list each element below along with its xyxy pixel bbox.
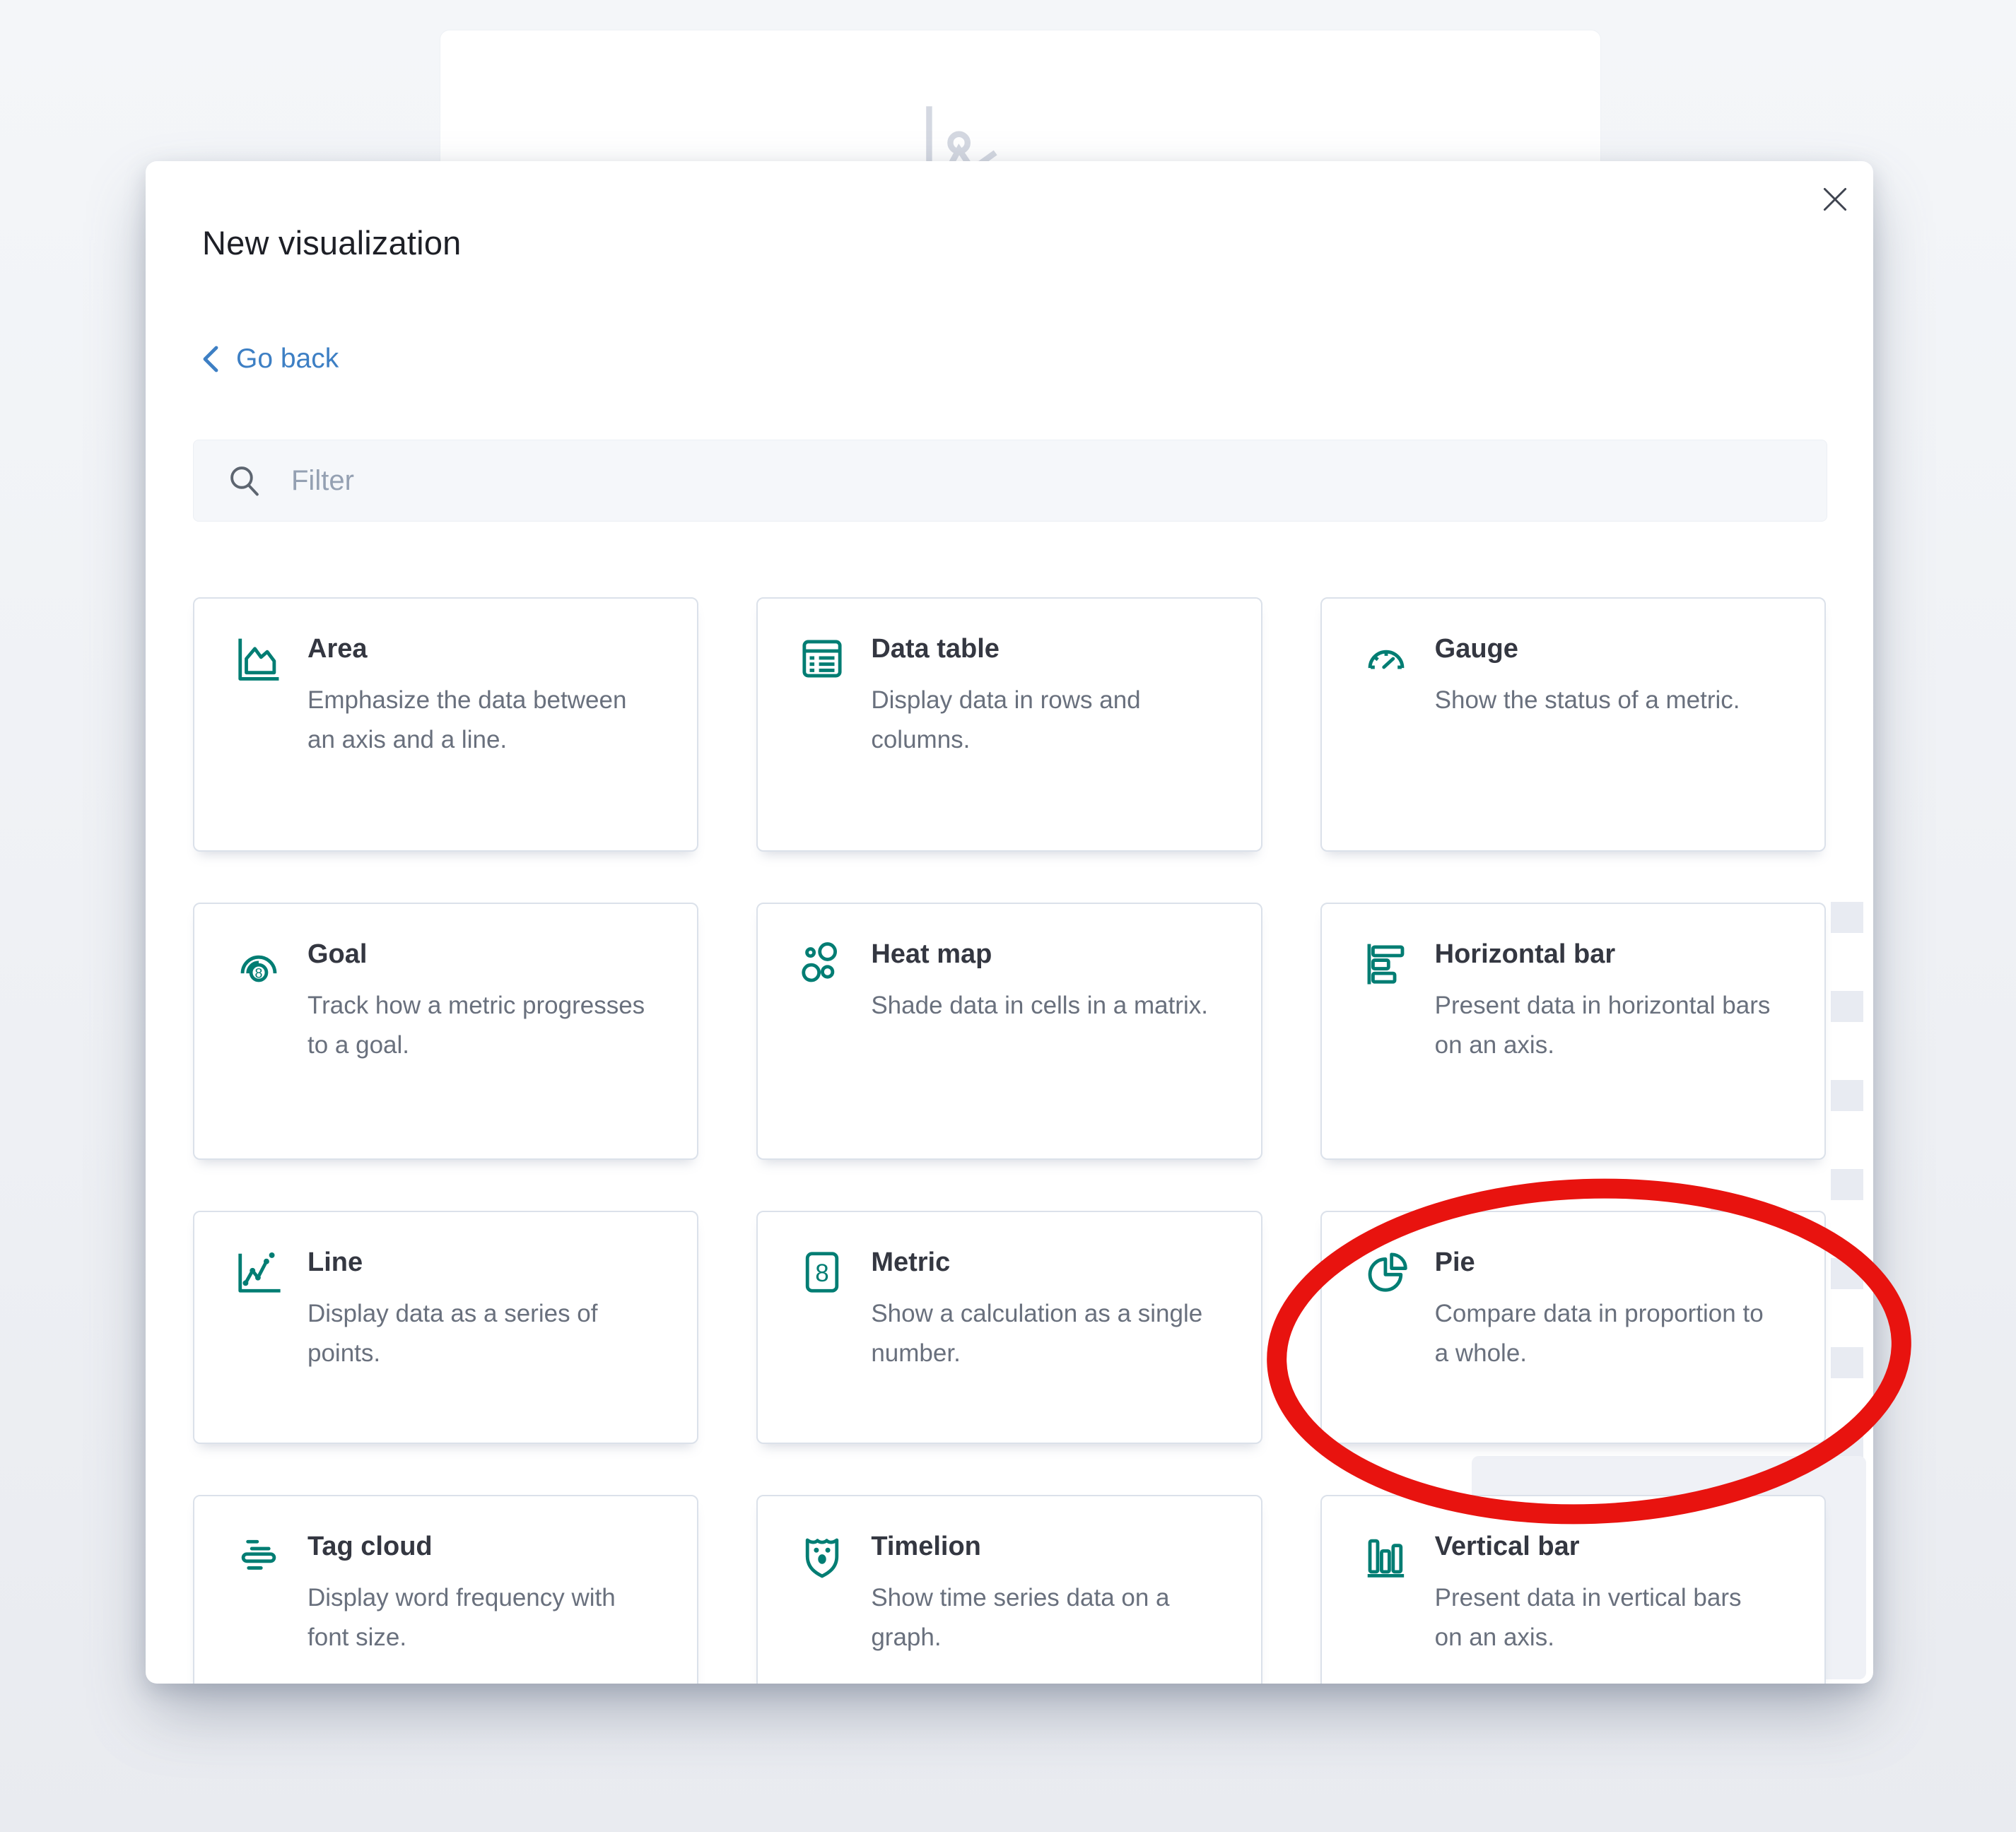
- close-icon: [1822, 187, 1848, 212]
- card-heat-map[interactable]: Heat map Shade data in cells in a matrix.: [756, 903, 1262, 1160]
- card-title: Heat map: [871, 939, 992, 970]
- card-title: Vertical bar: [1435, 1532, 1580, 1562]
- card-gauge[interactable]: Gauge Show the status of a metric.: [1320, 597, 1826, 852]
- card-goal[interactable]: 8 Goal Track how a metric progresses to a …: [193, 903, 698, 1160]
- card-description: Display data as a series of points.: [307, 1294, 645, 1373]
- visualization-type-grid: Area Emphasize the data between an axis a…: [193, 597, 1826, 1684]
- line-chart-icon: [234, 1247, 283, 1300]
- svg-text:8: 8: [255, 966, 263, 982]
- card-title: Goal: [307, 939, 367, 970]
- card-title: Line: [307, 1247, 363, 1278]
- card-timelion[interactable]: Timelion Show time series data on a graph…: [756, 1495, 1262, 1684]
- goal-icon: 8: [234, 939, 283, 992]
- card-tag-cloud[interactable]: Tag cloud Display word frequency with fon…: [193, 1495, 698, 1684]
- card-title: Data table: [871, 634, 1000, 664]
- card-description: Present data in horizontal bars on an ax…: [1435, 986, 1773, 1065]
- chevron-left-icon: [201, 345, 219, 373]
- heat-map-icon: [797, 939, 847, 992]
- data-table-icon: [797, 634, 847, 687]
- screen: New visualization Go back Area Emphasize …: [0, 0, 2016, 1832]
- go-back-link[interactable]: Go back: [201, 344, 339, 375]
- card-title: Metric: [871, 1247, 950, 1278]
- go-back-label: Go back: [236, 344, 339, 375]
- vertical-bar-icon: [1361, 1532, 1411, 1585]
- card-vertical-bar[interactable]: Vertical bar Present data in vertical bar…: [1320, 1495, 1826, 1684]
- card-line[interactable]: Line Display data as a series of points.: [193, 1211, 698, 1444]
- tag-cloud-icon: [234, 1532, 283, 1585]
- card-description: Shade data in cells in a matrix.: [871, 986, 1209, 1026]
- card-description: Display word frequency with font size.: [307, 1578, 645, 1657]
- card-description: Show time series data on a graph.: [871, 1578, 1209, 1657]
- card-description: Present data in vertical bars on an axis…: [1435, 1578, 1773, 1657]
- card-metric[interactable]: 8 Metric Show a calculation as a single nu…: [756, 1211, 1262, 1444]
- filter-input[interactable]: [263, 440, 1827, 522]
- card-title: Pie: [1435, 1247, 1475, 1278]
- card-description: Show a calculation as a single number.: [871, 1294, 1209, 1373]
- metric-icon: 8: [797, 1247, 847, 1300]
- card-title: Tag cloud: [307, 1532, 433, 1562]
- search-icon: [226, 462, 263, 499]
- card-area[interactable]: Area Emphasize the data between an axis a…: [193, 597, 698, 852]
- card-description: Show the status of a metric.: [1435, 681, 1773, 720]
- close-button[interactable]: [1817, 181, 1853, 218]
- new-visualization-modal: New visualization Go back Area Emphasize …: [146, 161, 1873, 1684]
- modal-title: New visualization: [202, 223, 462, 262]
- card-description: Track how a metric progresses to a goal.: [307, 986, 645, 1065]
- card-pie[interactable]: Pie Compare data in proportion to a whole…: [1320, 1211, 1826, 1444]
- card-title: Gauge: [1435, 634, 1518, 664]
- horizontal-bar-icon: [1361, 939, 1411, 992]
- area-chart-icon: [234, 634, 283, 687]
- card-description: Compare data in proportion to a whole.: [1435, 1294, 1773, 1373]
- card-data-table[interactable]: Data table Display data in rows and colum…: [756, 597, 1262, 852]
- svg-text:8: 8: [816, 1260, 829, 1287]
- card-title: Timelion: [871, 1532, 981, 1562]
- card-title: Area: [307, 634, 368, 664]
- card-horizontal-bar[interactable]: Horizontal bar Present data in horizontal…: [1320, 903, 1826, 1160]
- card-title: Horizontal bar: [1435, 939, 1615, 970]
- card-description: Emphasize the data between an axis and a…: [307, 681, 645, 760]
- card-description: Display data in rows and columns.: [871, 681, 1209, 760]
- gauge-icon: [1361, 634, 1411, 687]
- timelion-icon: [797, 1532, 847, 1585]
- pie-chart-icon: [1361, 1247, 1411, 1300]
- filter-search-box: [193, 440, 1827, 522]
